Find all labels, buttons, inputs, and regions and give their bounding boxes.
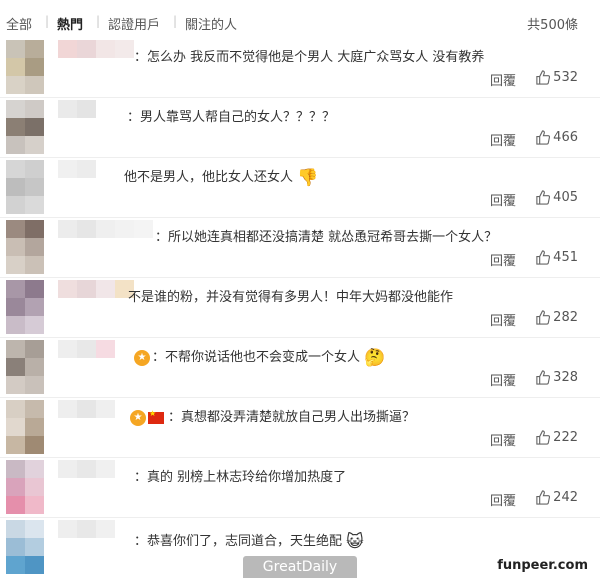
- avatar-blurred[interactable]: [6, 340, 44, 394]
- china-flag-icon: [148, 409, 164, 424]
- tab-separator: |: [173, 14, 178, 28]
- watermark-funpeer: funpeer.com: [497, 558, 588, 573]
- watermark-greatdaily: GreatDaily: [243, 556, 357, 578]
- comment-row: 他不是男人，他比女人还女人 👎 回覆 405: [0, 158, 600, 218]
- avatar-blurred[interactable]: [6, 100, 44, 154]
- comment-text: ：怎么办 我反而不觉得他是个男人 大庭广众骂女人 没有教养: [134, 50, 485, 65]
- like-button[interactable]: 328: [535, 370, 578, 385]
- like-count: 451: [553, 250, 578, 265]
- thumbs-down-icon: 👎: [297, 167, 319, 188]
- avatar-blurred[interactable]: [6, 40, 44, 94]
- thinking-face-icon: 🤔: [364, 347, 386, 368]
- comment-text: ★ ：真想都没弄清楚就放自己男人出场撕逼？: [130, 406, 415, 426]
- reply-button[interactable]: 回覆: [490, 130, 516, 149]
- comment-text-content: ：不帮你说话他也不会变成一个女人: [152, 350, 361, 365]
- like-button[interactable]: 282: [535, 310, 578, 325]
- like-count: 532: [553, 70, 578, 85]
- username-blurred[interactable]: [58, 40, 134, 58]
- user-badge-icon: ★: [130, 409, 146, 426]
- username-blurred[interactable]: [58, 160, 96, 178]
- comment-text: 不是谁的粉，并没有觉得有多男人！中年大妈都没他能作: [128, 290, 454, 305]
- comment-text: ★ ：不帮你说话他也不会变成一个女人 🤔: [134, 346, 385, 368]
- comment-row: 不是谁的粉，并没有觉得有多男人！中年大妈都没他能作 回覆 282: [0, 278, 600, 338]
- like-button[interactable]: 405: [535, 190, 578, 205]
- like-button[interactable]: 242: [535, 490, 578, 505]
- comment-count: 共500條: [527, 18, 578, 33]
- comment-text: 他不是男人，他比女人还女人 👎: [124, 166, 318, 188]
- reply-button[interactable]: 回覆: [490, 250, 516, 269]
- reply-button[interactable]: 回覆: [490, 370, 516, 389]
- like-count: 405: [553, 190, 578, 205]
- username-blurred[interactable]: [58, 400, 115, 418]
- like-button[interactable]: 532: [535, 70, 578, 85]
- tab-verified-users[interactable]: 認證用戶: [108, 14, 160, 33]
- comment-text: ：真的 别榜上林志玲给你增加热度了: [134, 470, 347, 485]
- comment-text: ：所以她连真相都还没搞清楚 就怂恿冠希哥去撕一个女人？: [155, 230, 498, 245]
- comment-row: ：真的 别榜上林志玲给你增加热度了 回覆 242: [0, 458, 600, 518]
- avatar-blurred[interactable]: [6, 460, 44, 514]
- thumbs-up-icon: [536, 130, 551, 145]
- comment-text-content: ：恭喜你们了，志同道合，天生绝配: [134, 534, 343, 549]
- user-badge-icon: ★: [134, 349, 150, 366]
- avatar-blurred[interactable]: [6, 520, 44, 574]
- username-blurred[interactable]: [58, 100, 96, 118]
- comment-row: ：所以她连真相都还没搞清楚 就怂恿冠希哥去撕一个女人？ 回覆 451: [0, 218, 600, 278]
- reply-button[interactable]: 回覆: [490, 190, 516, 209]
- comment-text-content: ：真想都没弄清楚就放自己男人出场撕逼？: [168, 410, 416, 425]
- cat-face-icon: 😺: [346, 531, 364, 552]
- tab-separator: |: [96, 14, 101, 28]
- username-blurred[interactable]: [58, 520, 115, 538]
- like-button[interactable]: 451: [535, 250, 578, 265]
- tab-following[interactable]: 關注的人: [185, 14, 237, 33]
- thumbs-up-icon: [536, 430, 551, 445]
- avatar-blurred[interactable]: [6, 160, 44, 214]
- like-count: 242: [553, 490, 578, 505]
- thumbs-up-icon: [536, 70, 551, 85]
- like-count: 328: [553, 370, 578, 385]
- reply-button[interactable]: 回覆: [490, 490, 516, 509]
- comment-text-content: 他不是男人，他比女人还女人: [124, 170, 294, 185]
- thumbs-up-icon: [536, 190, 551, 205]
- like-count: 222: [553, 430, 578, 445]
- reply-button[interactable]: 回覆: [490, 70, 516, 89]
- username-blurred[interactable]: [58, 460, 115, 478]
- comment-row: ：男人靠骂人帮自己的女人？？？？ 回覆 466: [0, 98, 600, 158]
- comment-text: ：恭喜你们了，志同道合，天生绝配 😺: [134, 530, 364, 552]
- avatar-blurred[interactable]: [6, 220, 44, 274]
- avatar-blurred[interactable]: [6, 280, 44, 334]
- username-blurred[interactable]: [58, 340, 115, 358]
- thumbs-up-icon: [536, 310, 551, 325]
- avatar-blurred[interactable]: [6, 400, 44, 454]
- comment-row: ★ ：真想都没弄清楚就放自己男人出场撕逼？ 回覆 222: [0, 398, 600, 458]
- like-count: 282: [553, 310, 578, 325]
- thumbs-up-icon: [536, 490, 551, 505]
- comment-text: ：男人靠骂人帮自己的女人？？？？: [127, 110, 336, 125]
- like-button[interactable]: 222: [535, 430, 578, 445]
- tab-separator: |: [45, 14, 50, 28]
- comment-row: ：怎么办 我反而不觉得他是个男人 大庭广众骂女人 没有教养 回覆 532: [0, 38, 600, 98]
- thumbs-up-icon: [536, 250, 551, 265]
- tab-hot[interactable]: 熱門: [57, 14, 83, 33]
- like-button[interactable]: 466: [535, 130, 578, 145]
- comment-row: ★ ：不帮你说话他也不会变成一个女人 🤔 回覆 328: [0, 338, 600, 398]
- reply-button[interactable]: 回覆: [490, 310, 516, 329]
- thumbs-up-icon: [536, 370, 551, 385]
- tab-all[interactable]: 全部: [6, 14, 32, 33]
- like-count: 466: [553, 130, 578, 145]
- reply-button[interactable]: 回覆: [490, 430, 516, 449]
- username-blurred[interactable]: [58, 220, 153, 238]
- comment-tabs: 全部 | 熱門 | 認證用戶 | 關注的人 共500條: [0, 0, 600, 38]
- username-blurred[interactable]: [58, 280, 134, 298]
